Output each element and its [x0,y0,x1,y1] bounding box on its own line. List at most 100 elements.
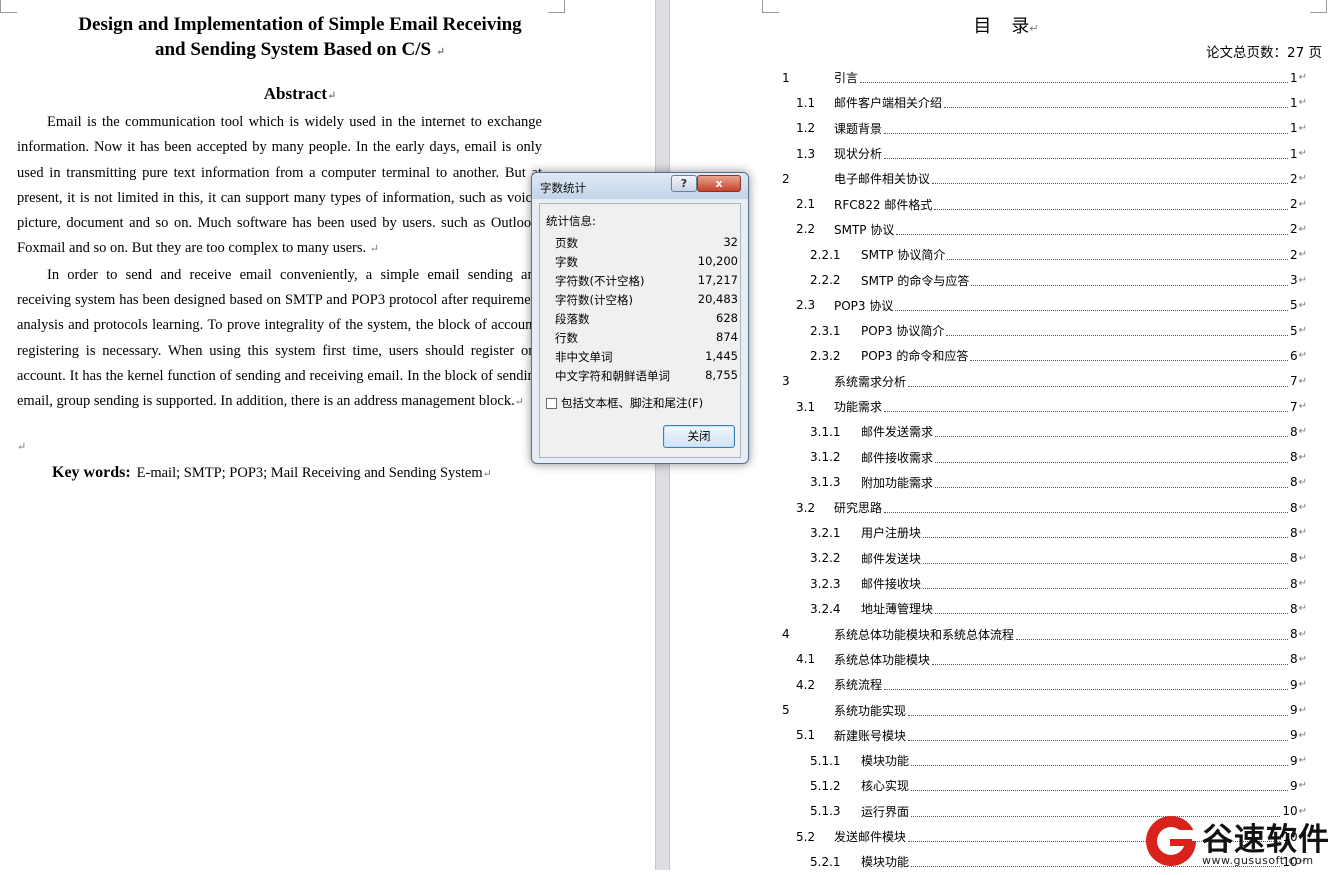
toc-leader [935,450,1288,463]
toc-number: 2.2.1 [810,247,841,262]
keywords-line: Key words: E-mail; SMTP; POP3; Mail Recei… [52,464,492,482]
keywords-label: Key words: [52,464,131,481]
toc-leader [923,525,1288,539]
paragraph-mark: ↵ [1298,679,1307,691]
toc-entry[interactable]: 3.2.4 地址薄管理块 8 ↵ [782,596,1307,621]
paragraph-mark: ↵ [1298,375,1307,387]
toc-entry[interactable]: 3.1 功能需求 7 ↵ [782,394,1307,419]
abstract-paragraph-1: Email is the communication tool which is… [17,114,542,257]
include-textboxes-checkbox[interactable] [546,398,557,409]
toc-leader [935,424,1288,438]
toc-entry[interactable]: 4.2 系统流程 9 ↵ [782,672,1307,697]
toc-entry[interactable]: 1 引言 1 ↵ [782,65,1307,90]
title-line-1: Design and Implementation of Simple Emai… [78,14,522,35]
stat-name: 页数 [555,236,578,250]
abstract-paragraph-2: In order to send and receive email conve… [17,266,542,410]
toc-entry[interactable]: 2.2.1 SMTP 协议简介 2 ↵ [782,242,1307,267]
toc-label: 系统流程 [834,678,883,693]
toc-entry[interactable]: 3 系统需求分析 7 ↵ [782,369,1307,394]
dialog-title: 字数统计 [540,181,586,195]
dialog-titlebar[interactable]: 字数统计 ? x [532,173,748,199]
toc-number: 1.2 [796,121,816,136]
paragraph-mark: ↵ [1298,249,1307,261]
toc-entry[interactable]: 4 系统总体功能模块和系统总体流程 8 ↵ [782,622,1307,647]
stat-value: 10,200 [697,254,738,268]
toc-entry[interactable]: 4.1 系统总体功能模块 8 ↵ [782,647,1307,672]
toc-page-number: 1 [1289,121,1298,136]
toc-page-number: 2 [1289,222,1298,237]
brand-url: www.gususoft.com [1202,854,1314,867]
stat-row: 字符数(不计空格) 17,217 [555,271,738,290]
toc-leader [884,146,1288,160]
toc-label: 系统总体功能模块 [834,652,931,667]
toc-entry[interactable]: 5 系统功能实现 9 ↵ [782,697,1307,722]
paragraph-mark: ↵ [1298,122,1307,134]
toc-entry[interactable]: 3.2.2 邮件发送块 8 ↵ [782,546,1307,571]
paragraph-mark: ↵ [1298,350,1307,362]
toc-entry[interactable]: 2.2.2 SMTP 的命令与应答 3 ↵ [782,267,1307,292]
stat-row: 非中文单词 1,445 [555,347,738,366]
stat-name: 非中文单词 [555,350,613,364]
paragraph-mark: ↵ [1298,451,1307,463]
paragraph-mark: ↵ [17,441,27,453]
toc-entry[interactable]: 5.1 新建账号模块 9 ↵ [782,723,1307,748]
toc-leader [935,475,1288,488]
toc-entry[interactable]: 1.3 现状分析 1 ↵ [782,141,1307,166]
keywords-text: E-mail; SMTP; POP3; Mail Receiving and S… [136,465,483,481]
brand-logo-icon [1146,816,1198,866]
toc-leader [1016,627,1288,640]
paragraph-mark: ↵ [1298,502,1307,514]
stat-row: 页数 32 [555,233,738,252]
paragraph-mark: ↵ [1298,780,1307,792]
toc-entry[interactable]: 2.1 RFC822 邮件格式 2 ↵ [782,191,1307,216]
toc-entry[interactable]: 5.1.1 模块功能 9 ↵ [782,748,1307,773]
toc-number: 4.2 [796,677,816,692]
toc-entry[interactable]: 2.3.2 POP3 的命令和应答 6 ↵ [782,343,1307,368]
toc-number: 1 [782,70,790,85]
toc-entry[interactable]: 2.2 SMTP 协议 2 ↵ [782,217,1307,242]
toc-number: 5.1 [796,728,816,743]
toc-entry[interactable]: 3.1.3 附加功能需求 8 ↵ [782,470,1307,495]
stat-value: 628 [716,311,738,325]
toc-label: 发送邮件模块 [834,830,907,845]
help-button[interactable]: ? [671,175,697,192]
toc-entry[interactable]: 3.2 研究思路 8 ↵ [782,495,1307,520]
toc-entry[interactable]: 2.3.1 POP3 协议简介 5 ↵ [782,318,1307,343]
toc-label: 系统总体功能模块和系统总体流程 [834,627,1015,642]
toc-number: 2.2.2 [810,273,841,288]
toc-entry[interactable]: 3.2.1 用户注册块 8 ↵ [782,520,1307,545]
toc-number: 5.1.2 [810,778,841,793]
toc-leader [947,247,1288,261]
toc-entry[interactable]: 5.1.2 核心实现 9 ↵ [782,773,1307,798]
toc-label: SMTP 协议简介 [861,248,946,263]
toc-number: 3.1.2 [810,450,841,465]
toc-entry[interactable]: 3.1.1 邮件发送需求 8 ↵ [782,419,1307,444]
stat-name: 字符数(计空格) [555,293,633,307]
abstract-body[interactable]: Email is the communication tool which is… [17,110,542,416]
toc-page-number: 1 [1289,95,1298,110]
toc-entry[interactable]: 3.2.3 邮件接收块 8 ↵ [782,571,1307,596]
toc-label: 现状分析 [834,147,883,162]
paragraph-mark: ↵ [1298,653,1307,665]
toc-entry[interactable]: 1.2 课题背景 1 ↵ [782,116,1307,141]
toc-entry[interactable]: 2.3 POP3 协议 5 ↵ [782,293,1307,318]
toc-number: 3.2.1 [810,525,841,540]
toc-number: 2.3.1 [810,323,841,338]
toc-number: 3.2.4 [810,601,841,616]
toc-entry[interactable]: 3.1.2 邮件接收需求 8 ↵ [782,444,1307,469]
stat-row: 字数 10,200 [555,252,738,271]
paragraph-mark: ↵ [1298,72,1307,84]
close-button[interactable]: 关闭 [663,425,735,448]
toc-entry[interactable]: 1.1 邮件客户端相关介绍 1 ↵ [782,90,1307,115]
toc-entry[interactable]: 2 电子邮件相关协议 2 ↵ [782,166,1307,191]
stat-row: 中文字符和朝鲜语单词 8,755 [555,366,738,385]
toc-page-number: 9 [1289,728,1298,743]
toc-number: 5 [782,703,790,718]
toc-label: POP3 协议简介 [861,324,945,339]
toc-label: SMTP 协议 [834,222,895,237]
toc-page-number: 7 [1289,399,1298,414]
include-textboxes-option[interactable]: 包括文本框、脚注和尾注(F) [546,395,703,411]
toc-leader [895,298,1288,311]
toc-number: 3.1 [796,399,816,414]
close-icon[interactable]: x [697,175,741,192]
